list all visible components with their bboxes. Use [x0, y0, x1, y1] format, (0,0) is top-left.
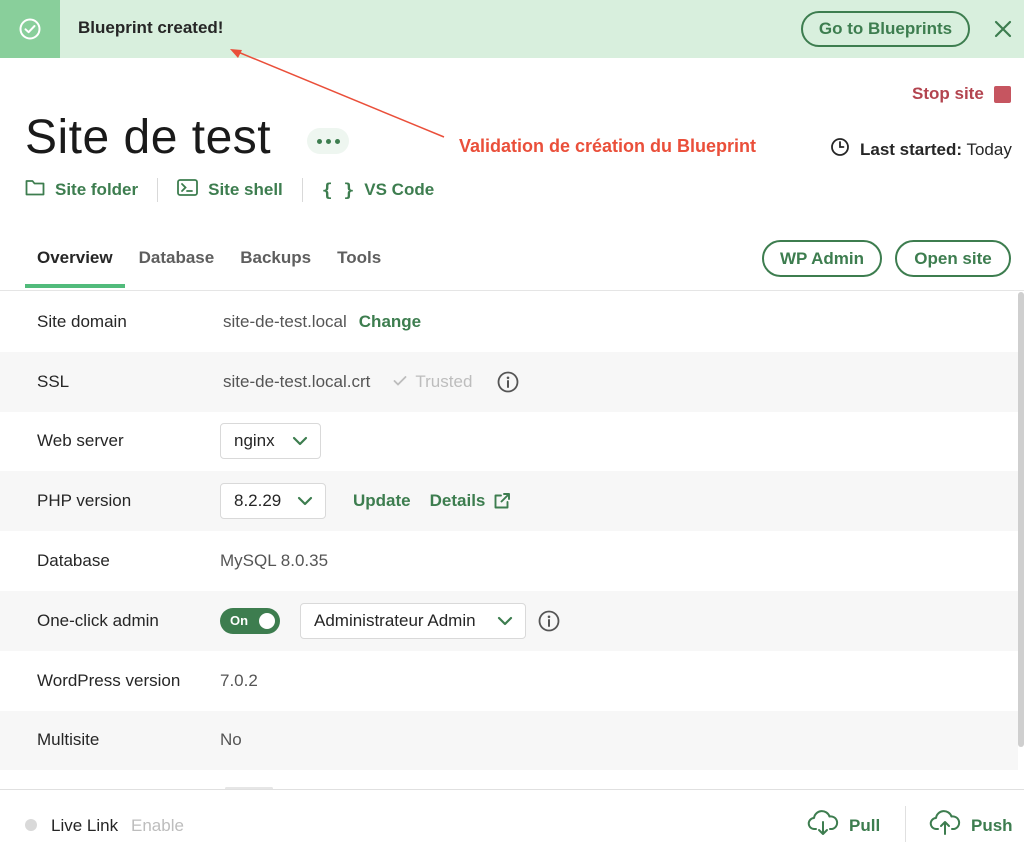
cloud-upload-icon [929, 810, 961, 841]
web-server-value: nginx [234, 431, 275, 451]
tab-overview[interactable]: Overview [25, 240, 125, 288]
row-database: Database MySQL 8.0.35 [0, 531, 1018, 591]
info-icon[interactable] [497, 371, 519, 393]
live-link-label: Live Link [51, 816, 119, 835]
site-domain-value: site-de-test.local [223, 311, 347, 331]
admin-user-value: Administrateur Admin [314, 610, 476, 630]
php-update-link[interactable]: Update [353, 491, 411, 511]
last-started: Last started: Today [830, 137, 1012, 162]
one-click-admin-toggle[interactable]: On [220, 607, 280, 634]
row-wordpress-version: WordPress version 7.0.2 [0, 651, 1018, 711]
wordpress-version-label: WordPress version [37, 670, 181, 690]
cloud-download-icon [807, 810, 839, 841]
multisite-value: No [220, 730, 242, 750]
pull-label: Pull [849, 815, 881, 835]
vs-code-link[interactable]: { } VS Code [322, 180, 434, 201]
toggle-label: On [230, 613, 249, 629]
site-domain-label: Site domain [37, 311, 127, 331]
footer-bar: Live Link Enable Pull Push [0, 790, 1024, 851]
php-version-select[interactable]: 8.2.29 [220, 483, 326, 520]
ssl-label: SSL [37, 371, 70, 391]
tab-database[interactable]: Database [127, 240, 227, 288]
wordpress-version-value: 7.0.2 [220, 670, 258, 690]
last-started-value: Today [966, 139, 1012, 159]
tab-bar: Overview Database Backups Tools [25, 240, 395, 288]
row-ssl: SSL site-de-test.local.crt Trusted [0, 351, 1018, 412]
clock-icon [830, 137, 850, 162]
admin-user-select[interactable]: Administrateur Admin [300, 602, 526, 639]
change-domain-link[interactable]: Change [359, 312, 421, 332]
page-title: Site de test [25, 111, 272, 164]
last-started-label: Last started: [860, 139, 963, 159]
row-one-click-admin: One-click admin On Administrateur Admin [0, 590, 1018, 651]
row-multisite: Multisite No [0, 710, 1018, 771]
php-version-label: PHP version [37, 491, 132, 511]
terminal-icon [177, 179, 199, 201]
push-button[interactable]: Push [929, 810, 1013, 841]
row-web-server: Web server nginx [0, 412, 1018, 472]
info-icon[interactable] [538, 610, 560, 632]
web-server-select[interactable]: nginx [220, 423, 321, 460]
go-to-blueprints-button[interactable]: Go to Blueprints [801, 11, 970, 47]
stop-site-label: Stop site [912, 84, 984, 103]
quick-links: Site folder Site shell { } VS Code [25, 178, 434, 202]
chevron-down-icon [292, 431, 308, 451]
open-site-button[interactable]: Open site [895, 240, 1011, 277]
ssl-trusted-status: Trusted [415, 371, 473, 391]
php-version-value: 8.2.29 [234, 491, 282, 511]
ssl-cert-value: site-de-test.local.crt [223, 371, 371, 391]
external-link-icon[interactable] [493, 492, 511, 510]
more-options-icon[interactable] [307, 128, 349, 154]
annotation-label: Validation de création du Blueprint [459, 136, 757, 156]
one-click-admin-label: One-click admin [37, 610, 159, 630]
php-details-link[interactable]: Details [430, 491, 486, 511]
overview-table: Site domain site-de-test.local Change SS… [0, 292, 1018, 771]
scrollbar[interactable] [1018, 292, 1024, 747]
close-icon[interactable] [991, 17, 1015, 41]
chevron-down-icon [297, 491, 313, 511]
folder-icon [25, 179, 45, 201]
stop-site-button[interactable]: Stop site [912, 84, 1011, 104]
vs-code-label: VS Code [364, 180, 435, 199]
code-braces-icon: { } [321, 179, 355, 201]
live-link-status-dot [25, 819, 37, 831]
site-shell-link[interactable]: Site shell [177, 179, 283, 201]
check-circle-icon [0, 0, 60, 58]
row-php-version: PHP version 8.2.29 Update Details [0, 471, 1018, 532]
database-label: Database [37, 551, 110, 571]
chevron-down-icon [497, 611, 513, 631]
notification-banner: Blueprint created! Go to Blueprints [0, 0, 1024, 58]
multisite-label: Multisite [37, 730, 100, 750]
database-value: MySQL 8.0.35 [220, 551, 329, 571]
pull-button[interactable]: Pull [807, 810, 880, 841]
banner-message: Blueprint created! [78, 18, 224, 37]
site-shell-label: Site shell [208, 180, 283, 199]
tab-backups[interactable]: Backups [228, 240, 323, 288]
site-folder-label: Site folder [55, 180, 139, 199]
row-site-domain: Site domain site-de-test.local Change [0, 292, 1018, 352]
site-folder-link[interactable]: Site folder [25, 179, 138, 201]
wp-admin-button[interactable]: WP Admin [762, 240, 882, 277]
tab-tools[interactable]: Tools [325, 240, 393, 288]
push-label: Push [971, 815, 1013, 835]
stop-icon [993, 85, 1011, 103]
web-server-label: Web server [37, 431, 124, 451]
check-icon [393, 372, 407, 392]
live-link-enable[interactable]: Enable [131, 816, 184, 836]
